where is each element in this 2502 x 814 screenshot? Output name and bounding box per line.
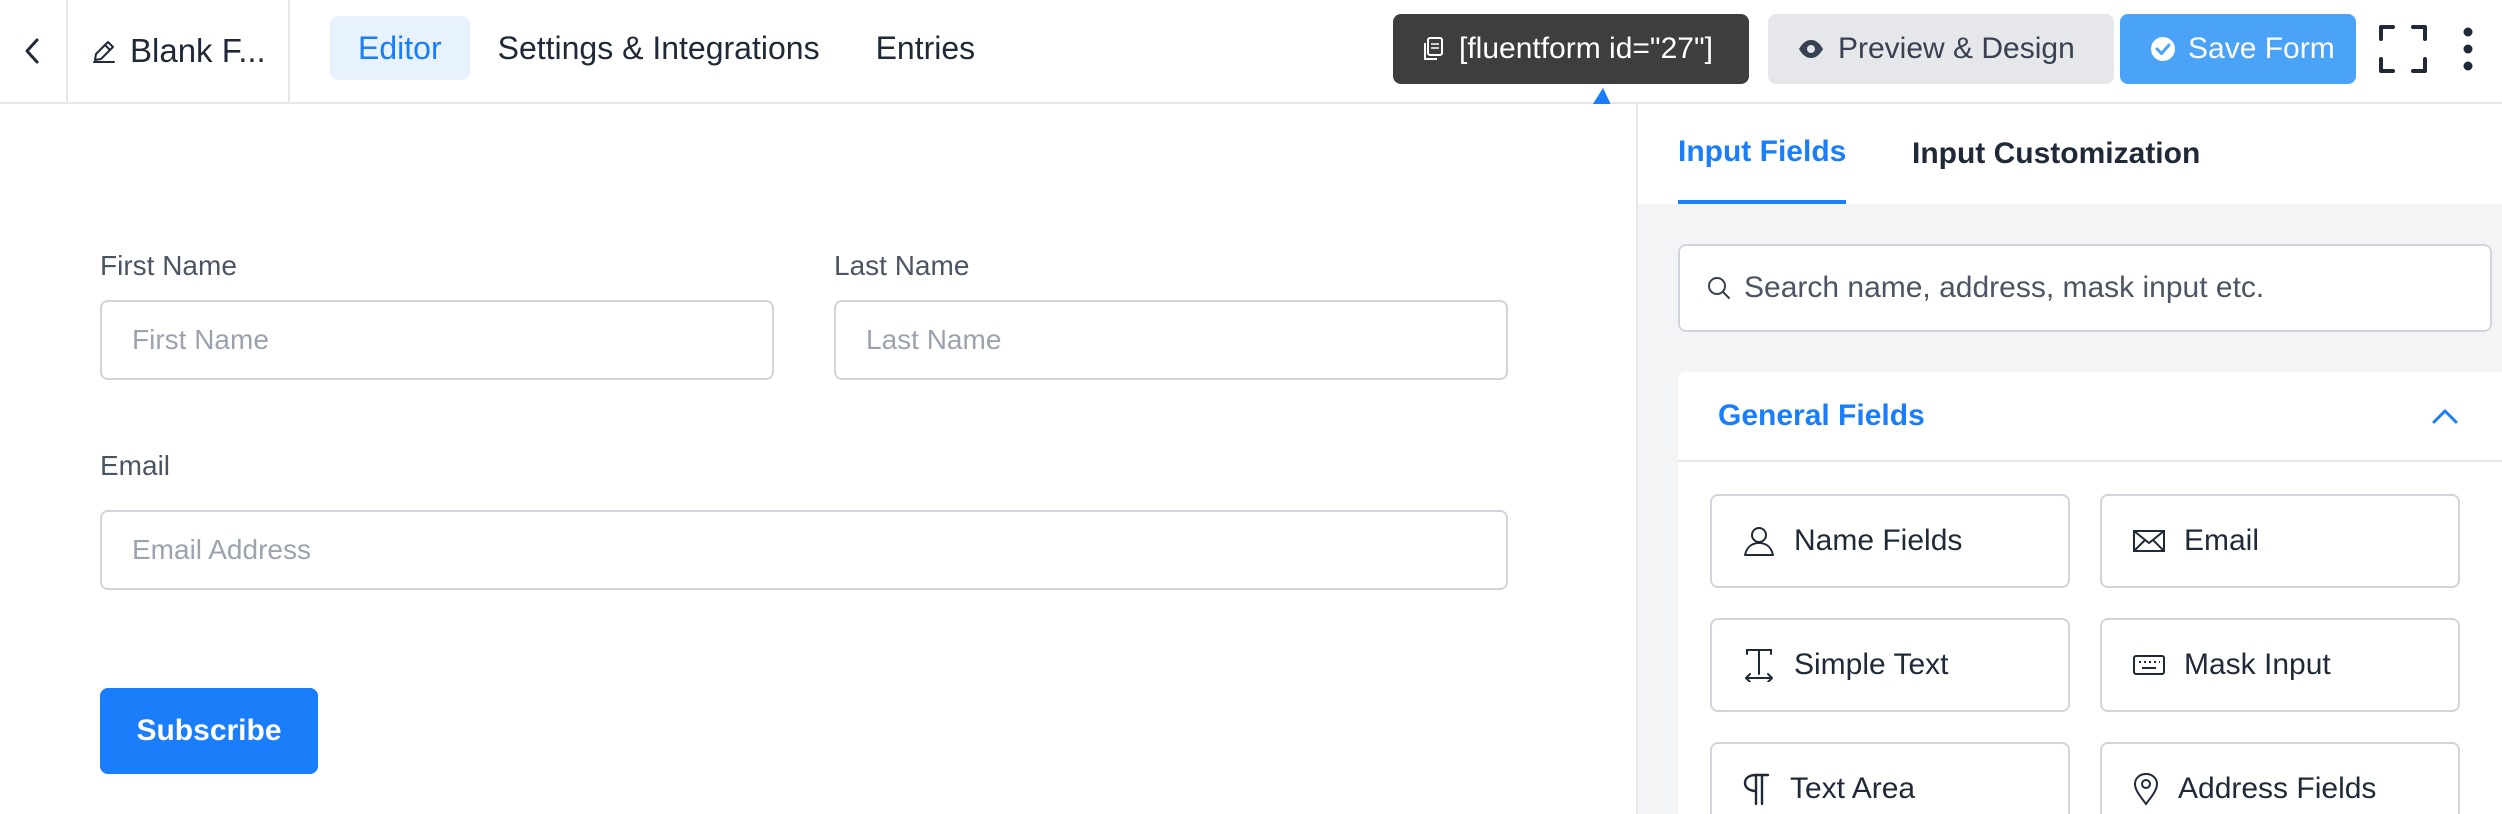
person-icon [1744,527,1774,556]
sidebar-tabs: Input Fields Input Customization [1638,104,2502,204]
field-name-fields[interactable]: Name Fields [1710,494,2070,588]
field-email[interactable]: Email [2100,494,2460,588]
top-bar: Blank F... Editor Settings & Integration… [0,0,2502,104]
field-label: Simple Text [1794,648,1949,681]
save-form-label: Save Form [2188,32,2335,65]
map-pin-icon [2133,772,2159,806]
field-label: Mask Input [2184,648,2331,681]
form-title-text: Blank F... [130,32,266,69]
general-fields-header[interactable]: General Fields [1678,372,2502,462]
chevron-up-icon [2432,409,2458,424]
tab-input-fields[interactable]: Input Fields [1678,104,1847,204]
field-search-input[interactable]: Search name, address, mask input etc. [1678,244,2492,332]
tab-settings-integrations[interactable]: Settings & Integrations [470,16,848,80]
form-title[interactable]: Blank F... [70,0,290,102]
preview-design-button[interactable]: Preview & Design [1768,14,2114,84]
save-form-button[interactable]: Save Form [2120,14,2356,84]
search-placeholder: Search name, address, mask input etc. [1744,271,2265,304]
field-address-fields[interactable]: Address Fields [2100,742,2460,814]
field-label: Text Area [1790,772,1916,805]
field-label: Address Fields [2178,772,2377,805]
field-label: Email [2184,524,2260,557]
shortcode-text: [fluentform id="27"] [1459,32,1713,65]
last-name-input[interactable]: Last Name [834,300,1508,380]
first-name-label: First Name [100,250,237,281]
envelope-icon [2133,530,2165,552]
subscribe-button[interactable]: Subscribe [100,688,318,774]
copy-icon [1424,37,1443,60]
pencil-icon [93,41,115,63]
field-label: Name Fields [1794,524,1963,557]
fullscreen-button[interactable] [2378,24,2428,74]
preview-design-label: Preview & Design [1838,32,2075,65]
tab-input-customization[interactable]: Input Customization [1912,104,2200,204]
field-mask-input[interactable]: Mask Input [2100,618,2460,712]
form-canvas: First Name First Name Last Name Last Nam… [0,104,1636,814]
general-fields-title: General Fields [1718,399,1925,432]
tab-entries[interactable]: Entries [848,16,1004,80]
editor-tabs: Editor Settings & Integrations Entries [330,16,1003,80]
field-text-area[interactable]: Text Area [1710,742,2070,814]
check-circle-icon [2151,37,2175,61]
last-name-label: Last Name [834,250,970,281]
email-label: Email [100,450,171,481]
field-simple-text[interactable]: Simple Text [1710,618,2070,712]
vertical-dots-icon [2463,27,2473,71]
chevron-left-icon [25,38,39,64]
fullscreen-icon [2379,25,2427,73]
first-name-input[interactable]: First Name [100,300,774,380]
more-options-button[interactable] [2450,24,2486,74]
search-icon [1708,277,1730,299]
tab-editor[interactable]: Editor [330,16,470,80]
keyboard-icon [2133,655,2165,675]
general-fields-panel: General Fields Name Fields Email Simple … [1678,372,2502,814]
eye-icon [1799,40,1823,58]
email-input[interactable]: Email Address [100,510,1508,590]
back-button[interactable] [0,0,68,102]
fields-sidebar: Input Fields Input Customization Search … [1636,104,2502,814]
text-cursor-icon [1745,649,1773,682]
paragraph-icon [1743,773,1770,806]
